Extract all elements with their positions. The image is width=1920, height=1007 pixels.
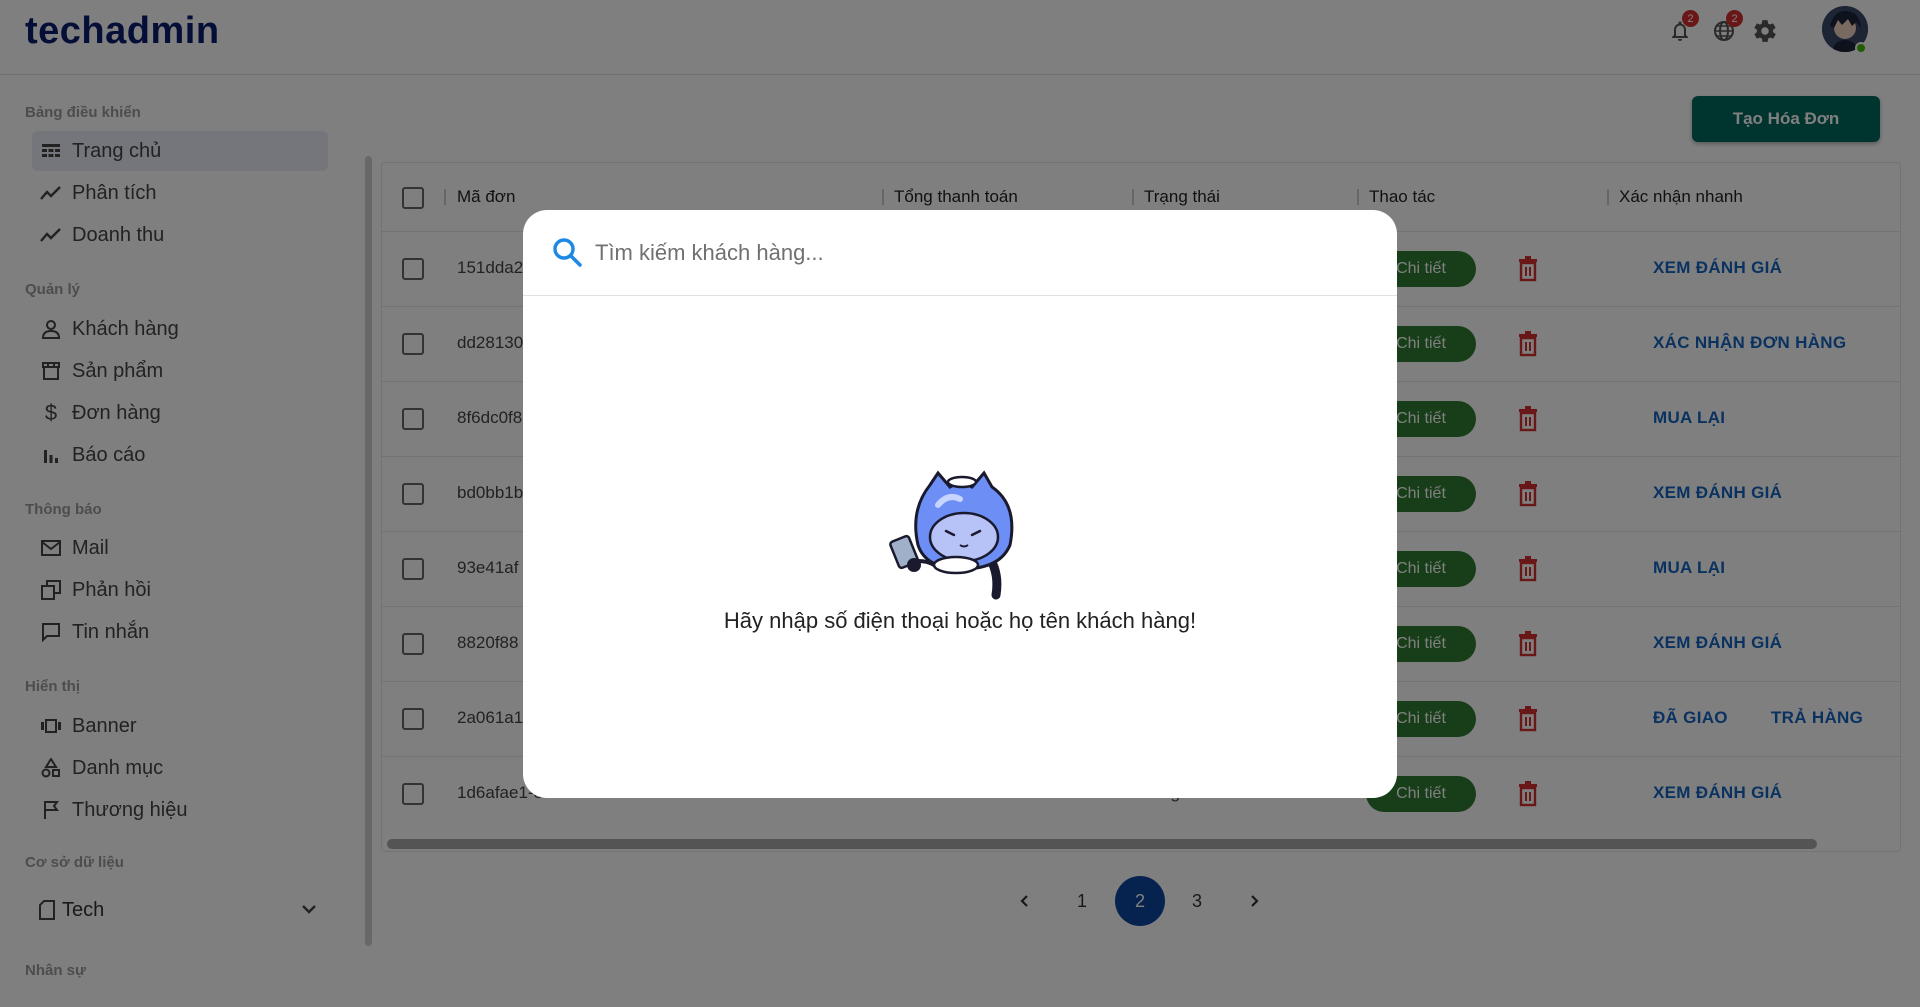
customer-search-input[interactable] — [595, 232, 1355, 274]
dialog-search-bar — [523, 210, 1397, 296]
empty-state-message: Hãy nhập số điện thoại hoặc họ tên khách… — [723, 608, 1197, 633]
search-icon — [553, 238, 582, 267]
empty-state-illustration — [889, 470, 1014, 600]
customer-search-dialog: Hãy nhập số điện thoại hoặc họ tên khách… — [523, 210, 1397, 798]
